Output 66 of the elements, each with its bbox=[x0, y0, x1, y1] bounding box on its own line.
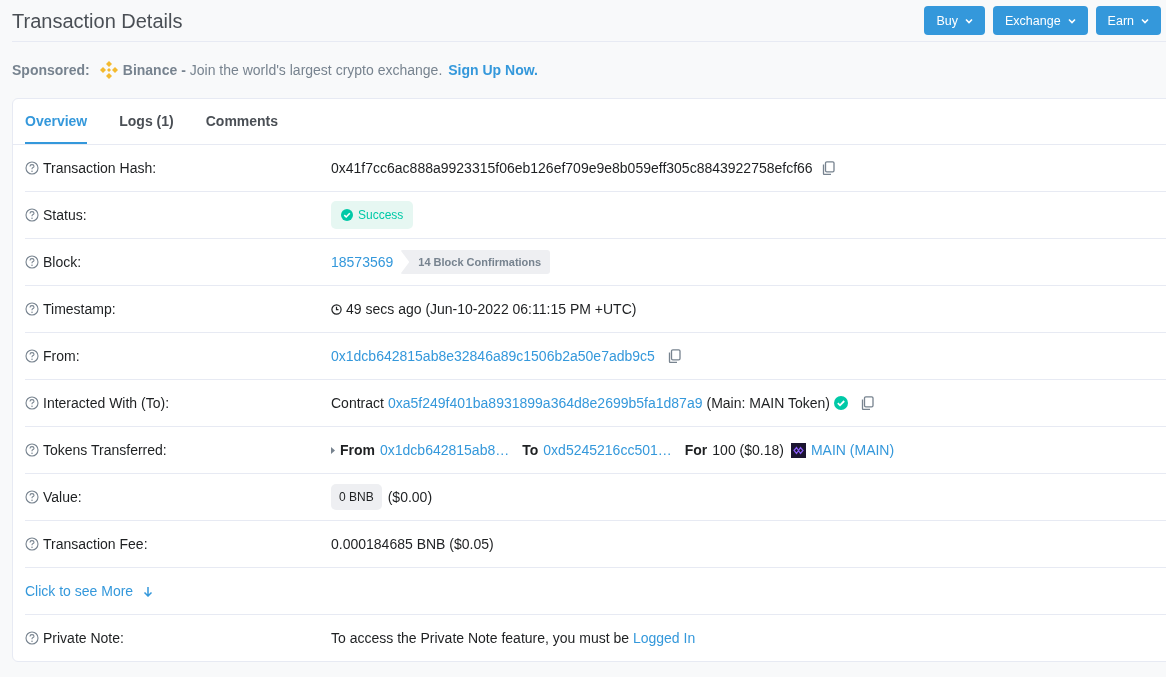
dropdown-button[interactable]: Earn bbox=[1095, 6, 1161, 35]
help-icon bbox=[25, 490, 39, 504]
dropdown-button[interactable]: Buy bbox=[924, 6, 985, 35]
field-label: Value: bbox=[43, 489, 82, 505]
copy-icon[interactable] bbox=[859, 396, 874, 410]
help-icon bbox=[25, 537, 39, 551]
field-label: From: bbox=[43, 348, 80, 364]
token-link[interactable]: MAIN (MAIN) bbox=[810, 442, 895, 458]
block-number-link[interactable]: 18573569 bbox=[331, 254, 394, 270]
check-circle-icon bbox=[341, 209, 353, 221]
help-icon bbox=[25, 255, 39, 269]
sponsored-label: Sponsored: bbox=[12, 62, 90, 78]
dropdown-button[interactable]: Exchange bbox=[993, 6, 1088, 35]
contract-name: (Main: MAIN Token) bbox=[706, 395, 830, 411]
help-icon bbox=[25, 208, 39, 222]
caret-icon bbox=[965, 17, 973, 24]
tab[interactable]: Overview bbox=[25, 99, 88, 144]
timestamp-text: 49 secs ago (Jun-10-2022 06:11:15 PM +UTC) bbox=[346, 301, 637, 317]
field-label: Transaction Hash: bbox=[43, 160, 157, 176]
help-icon bbox=[25, 631, 39, 645]
page-title: Transaction Details bbox=[12, 10, 183, 31]
field-label: Timestamp: bbox=[43, 301, 116, 317]
triangle-icon bbox=[331, 446, 335, 454]
token-logo-icon bbox=[790, 442, 806, 458]
address-link[interactable]: 0x1dcb642815ab8… bbox=[380, 442, 510, 458]
help-icon bbox=[25, 302, 39, 316]
help-icon bbox=[25, 161, 39, 175]
caret-icon bbox=[1067, 17, 1076, 24]
sponsor-text: Join the world's largest crypto exchange. bbox=[189, 62, 443, 78]
usd-value: ($0.00) bbox=[387, 489, 433, 505]
field-label: Private Note: bbox=[43, 630, 124, 646]
help-icon bbox=[25, 349, 39, 363]
status-badge: Success bbox=[331, 201, 414, 229]
private-note-text: To access the Private Note feature, you must be Logged In bbox=[331, 630, 696, 646]
copy-icon[interactable] bbox=[666, 349, 681, 363]
address-link[interactable]: 0x1dcb642815ab8e32846a89c1506b2a50e7adb9c5 bbox=[331, 348, 655, 364]
field-label: Transaction Fee: bbox=[43, 536, 148, 552]
login-link[interactable]: Logged In bbox=[632, 630, 696, 646]
field-label: Tokens Transferred: bbox=[43, 442, 167, 458]
address-link[interactable]: 0xd5245216cc501… bbox=[543, 442, 672, 458]
caret-icon bbox=[1141, 17, 1149, 24]
contract-label: Contract bbox=[331, 395, 384, 411]
tab[interactable]: Logs (1) bbox=[119, 99, 174, 144]
verified-check-icon bbox=[833, 396, 848, 410]
copy-icon[interactable] bbox=[820, 161, 835, 175]
arrow-down-icon bbox=[143, 585, 154, 597]
transfer-keyword: For bbox=[684, 442, 708, 458]
contract-address-link[interactable]: 0xa5f249f401ba8931899a364d8e2699b5fa1d87a9 bbox=[387, 395, 703, 411]
help-icon bbox=[25, 443, 39, 457]
field-label: Block: bbox=[43, 254, 82, 270]
confirmations-badge: 14 Block Confirmations bbox=[400, 250, 551, 274]
clock-icon bbox=[331, 303, 342, 315]
see-more-link[interactable]: Click to see More bbox=[25, 583, 154, 599]
field-label: Interacted With (To): bbox=[43, 395, 170, 411]
transaction-hash: 0x41f7cc6ac888a9923315f06eb126ef709e9e8b059eff305c8843922758efcf66 bbox=[331, 160, 813, 176]
transfer-keyword: To bbox=[522, 442, 539, 458]
help-icon bbox=[25, 396, 39, 410]
transfer-keyword: From bbox=[340, 442, 375, 458]
sponsor-brand: Binance - bbox=[122, 62, 186, 78]
diamond-logo-icon bbox=[98, 60, 119, 80]
token-amount: 100 ($0.18) bbox=[712, 442, 784, 458]
amount-badge: 0 BNB bbox=[331, 484, 382, 510]
tab[interactable]: Comments bbox=[205, 99, 279, 144]
fee-text: 0.000184685 BNB ($0.05) bbox=[331, 536, 494, 552]
sign-up-link[interactable]: Sign Up Now. bbox=[448, 62, 538, 78]
field-label: Status: bbox=[43, 207, 87, 223]
